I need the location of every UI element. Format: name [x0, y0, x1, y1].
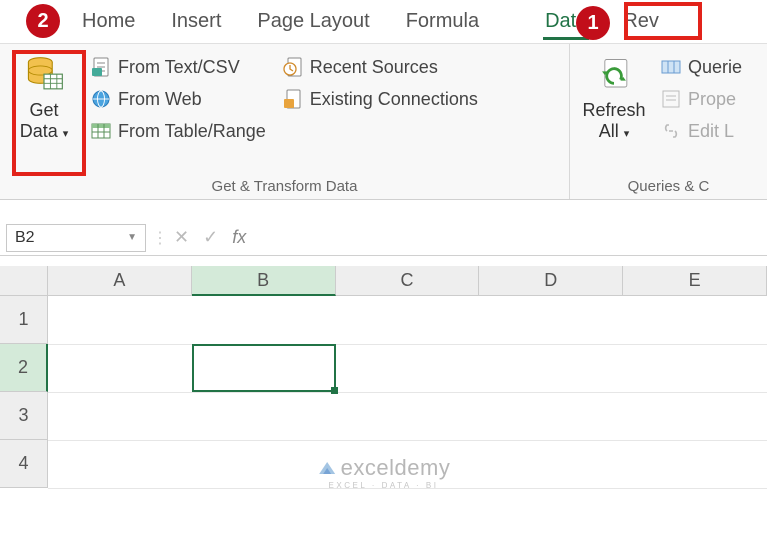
- table-icon: [90, 120, 112, 142]
- chevron-down-icon: ▾: [624, 128, 630, 140]
- existing-connections-label: Existing Connections: [310, 89, 478, 110]
- group-label-queries: Queries & C: [578, 176, 759, 197]
- refresh-all-label-1: Refresh: [582, 100, 645, 120]
- from-text-csv-button[interactable]: From Text/CSV: [90, 56, 266, 78]
- connection-file-icon: [282, 88, 304, 110]
- row-header-2[interactable]: 2: [0, 344, 48, 392]
- tab-data[interactable]: Data: [527, 4, 605, 39]
- database-icon: [22, 54, 66, 98]
- col-header-a[interactable]: A: [48, 266, 192, 296]
- get-data-label-1: Get: [29, 100, 58, 120]
- formula-input[interactable]: [256, 224, 767, 252]
- fx-button[interactable]: fx: [232, 227, 246, 248]
- recent-sources-button[interactable]: Recent Sources: [282, 56, 478, 78]
- chevron-down-icon: ▼: [127, 232, 137, 243]
- edit-links-label: Edit L: [688, 121, 734, 142]
- properties-label: Prope: [688, 89, 736, 110]
- row-header-1[interactable]: 1: [0, 296, 48, 344]
- tab-formulas[interactable]: Formula: [388, 4, 497, 39]
- from-web-button[interactable]: From Web: [90, 88, 266, 110]
- spreadsheet-grid[interactable]: A B C D E 1 2 3 4: [0, 266, 767, 550]
- from-table-range-button[interactable]: From Table/Range: [90, 120, 266, 142]
- enter-icon[interactable]: ✓: [203, 227, 218, 248]
- tab-review[interactable]: Rev: [605, 4, 677, 39]
- chevron-down-icon: ▾: [63, 128, 69, 140]
- row-header-4[interactable]: 4: [0, 440, 48, 488]
- col-header-b[interactable]: B: [192, 266, 336, 296]
- ribbon-tabs: Home Insert Page Layout Formula Data Rev: [0, 0, 767, 44]
- group-label-get-transform: Get & Transform Data: [8, 176, 561, 197]
- from-text-csv-label: From Text/CSV: [118, 57, 240, 78]
- queries-connections-button[interactable]: Querie: [660, 56, 742, 78]
- recent-sources-label: Recent Sources: [310, 57, 438, 78]
- from-table-range-label: From Table/Range: [118, 121, 266, 142]
- from-web-label: From Web: [118, 89, 202, 110]
- queries-label: Querie: [688, 57, 742, 78]
- properties-button[interactable]: Prope: [660, 88, 742, 110]
- edit-links-button[interactable]: Edit L: [660, 120, 742, 142]
- globe-icon: [90, 88, 112, 110]
- col-header-c[interactable]: C: [336, 266, 480, 296]
- separator: ⋮: [152, 228, 164, 248]
- col-header-e[interactable]: E: [623, 266, 767, 296]
- tab-insert[interactable]: Insert: [153, 4, 239, 39]
- refresh-icon: [592, 54, 636, 98]
- properties-icon: [660, 88, 682, 110]
- refresh-all-label-2: All: [599, 121, 619, 141]
- refresh-all-button[interactable]: RefreshAll ▾: [578, 50, 650, 176]
- get-data-button[interactable]: GetData ▾: [8, 50, 80, 176]
- col-header-d[interactable]: D: [479, 266, 623, 296]
- watermark-subtext: EXCEL · DATA · BI: [329, 481, 439, 490]
- watermark-text: exceldemy: [341, 455, 451, 481]
- name-box-value: B2: [15, 229, 35, 247]
- existing-connections-button[interactable]: Existing Connections: [282, 88, 478, 110]
- link-icon: [660, 120, 682, 142]
- formula-bar: B2 ▼ ⋮ ✕ ✓ fx: [0, 220, 767, 256]
- row-header-3[interactable]: 3: [0, 392, 48, 440]
- file-text-icon: [90, 56, 112, 78]
- get-data-label-2: Data: [20, 121, 58, 141]
- name-box[interactable]: B2 ▼: [6, 224, 146, 252]
- ribbon: GetData ▾ From Text/CSV From Web From Ta…: [0, 44, 767, 200]
- selected-cell[interactable]: [192, 344, 336, 392]
- watermark-icon: [317, 458, 337, 478]
- tab-home[interactable]: Home: [64, 4, 153, 39]
- cancel-icon[interactable]: ✕: [174, 227, 189, 248]
- queries-icon: [660, 56, 682, 78]
- tab-page-layout[interactable]: Page Layout: [239, 4, 387, 39]
- clock-file-icon: [282, 56, 304, 78]
- select-all-corner[interactable]: [0, 266, 48, 296]
- watermark: exceldemy EXCEL · DATA · BI: [317, 455, 451, 490]
